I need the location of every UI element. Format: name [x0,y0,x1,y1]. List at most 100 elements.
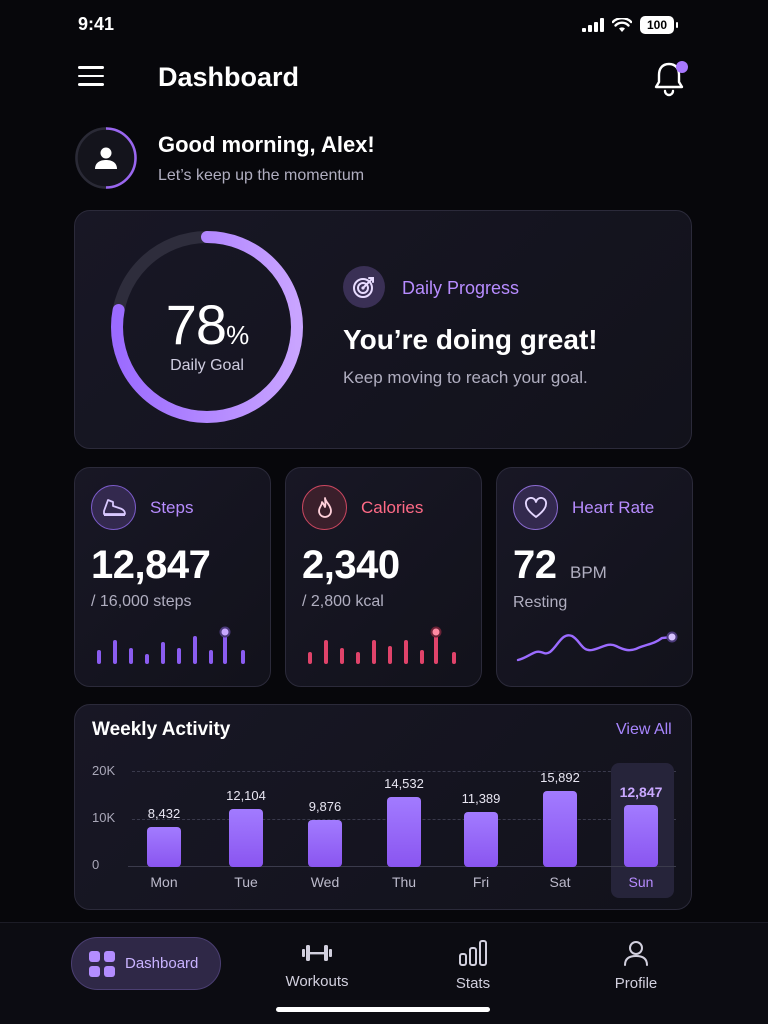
weekly-bar-wed[interactable] [308,819,342,867]
heart-rate-marker [666,631,678,643]
wifi-icon [612,17,632,32]
calories-goal: / 2,800 kcal [302,593,384,610]
target-glyph [353,277,374,298]
weekly-day-label: Sun [628,874,654,890]
weekly-bar-sun[interactable] [624,805,658,867]
heart-rate-value: 72 [513,543,557,587]
steps-mini-bar [113,640,117,664]
steps-mini-bar [97,650,101,664]
calories-mini-bar [404,640,408,664]
steps-mini-bar [177,648,181,664]
page-title: Dashboard [158,62,300,92]
calories-mini-bar [452,652,456,664]
greeting-title: Good morning, Alex! [158,132,375,157]
heart-rate-unit: BPM [570,563,607,582]
progress-headline: You’re doing great! [343,324,598,355]
progress-message: Keep moving to reach your goal. [343,368,588,387]
nav-stats-label: Stats [455,975,491,992]
calories-value: 2,340 [302,543,400,587]
weekly-bar-value: 11,389 [461,791,501,807]
weekly-bar-thu[interactable] [387,797,421,867]
weekly-day-label: Fri [472,874,490,890]
weekly-bar-value: 12,104 [226,787,266,803]
status-icons: 100 [582,16,678,34]
battery-indicator: 100 [640,16,678,34]
status-time: 9:41 [78,14,115,34]
menu-icon[interactable] [78,66,104,90]
avatar-ring [75,127,137,189]
steps-mini-bar [161,642,165,664]
nav-profile[interactable]: Profile [586,940,686,992]
heart-icon [513,485,558,530]
y-tick-label: 0 [92,857,100,872]
target-icon [343,266,385,308]
steps-mini-marker [219,626,231,638]
weekly-day-label: Mon [150,874,178,890]
weekly-day-label: Thu [391,874,417,890]
calories-mini-bar [372,640,376,664]
flame-icon [302,485,347,530]
home-indicator [276,1007,490,1012]
weekly-day-label: Sat [549,874,571,890]
daily-progress-label: Daily Progress [402,278,520,298]
calories-mini-bar [324,640,328,664]
weekly-activity-title: Weekly Activity [92,719,231,740]
steps-value: 12,847 [91,543,211,587]
weekly-bar-tue[interactable] [229,808,263,867]
calories-mini-marker [430,626,442,638]
nav-workouts[interactable]: Workouts [267,942,367,990]
calories-mini-bar [356,652,360,664]
progress-percent: 78% [108,292,306,357]
nav-dashboard[interactable]: Dashboard [71,937,221,990]
steps-mini-bar [209,650,213,664]
shoe-glyph [102,498,126,516]
percent-sign: % [226,320,249,350]
steps-mini-bar [241,650,245,664]
steps-mini-chart [97,626,245,664]
progress-percent-value: 78 [165,293,227,356]
weekly-bar-value: 9,876 [308,798,342,814]
signal-icon [582,18,604,32]
nav-dashboard-label: Dashboard [125,955,199,972]
calories-mini-bar [340,648,344,664]
steps-mini-bar [129,648,133,664]
heart-rate-wave [516,631,678,662]
steps-mini-bar [145,654,149,664]
weekly-day-label: Wed [310,874,340,890]
weekly-bar-sat[interactable] [543,790,577,867]
calories-mini-bar [388,646,392,664]
weekly-bar-value: 12,847 [619,784,663,801]
calories-mini-bar [434,634,438,664]
bar-chart-icon [459,940,487,966]
flame-glyph [317,496,332,518]
progress-label: Daily Goal [170,357,244,374]
profile-icon [624,941,648,966]
nav-workouts-label: Workouts [285,973,349,990]
steps-goal: / 16,000 steps [91,593,192,610]
calories-title: Calories [361,498,424,517]
y-tick-label: 10K [92,810,116,825]
greeting-subtitle: Let’s keep up the momentum [158,167,365,184]
weekly-bar-mon[interactable] [147,826,181,867]
nav-profile-label: Profile [614,975,658,992]
weekly-bar-value: 14,532 [384,776,424,792]
notification-badge [676,61,688,73]
weekly-bar-fri[interactable] [464,812,498,867]
steps-mini-bar [223,633,227,664]
y-tick-label: 20K [92,763,116,778]
calories-mini-bar [308,652,312,664]
weekly-bar-value: 15,892 [540,769,580,785]
grid-icon [89,950,115,977]
calories-mini-bar [420,650,424,664]
steps-title: Steps [150,498,194,517]
heart-glyph [524,496,547,518]
heart-rate-status: Resting [513,594,568,611]
shoe-icon [91,485,136,530]
weekly-bar-value: 8,432 [147,805,181,821]
nav-stats[interactable]: Stats [423,940,523,992]
view-all-link[interactable]: View All [616,721,672,739]
heart-rate-title: Heart Rate [572,498,655,517]
calories-mini-chart [308,626,456,664]
dumbbell-icon [302,945,332,961]
weekly-day-label: Tue [234,874,258,890]
